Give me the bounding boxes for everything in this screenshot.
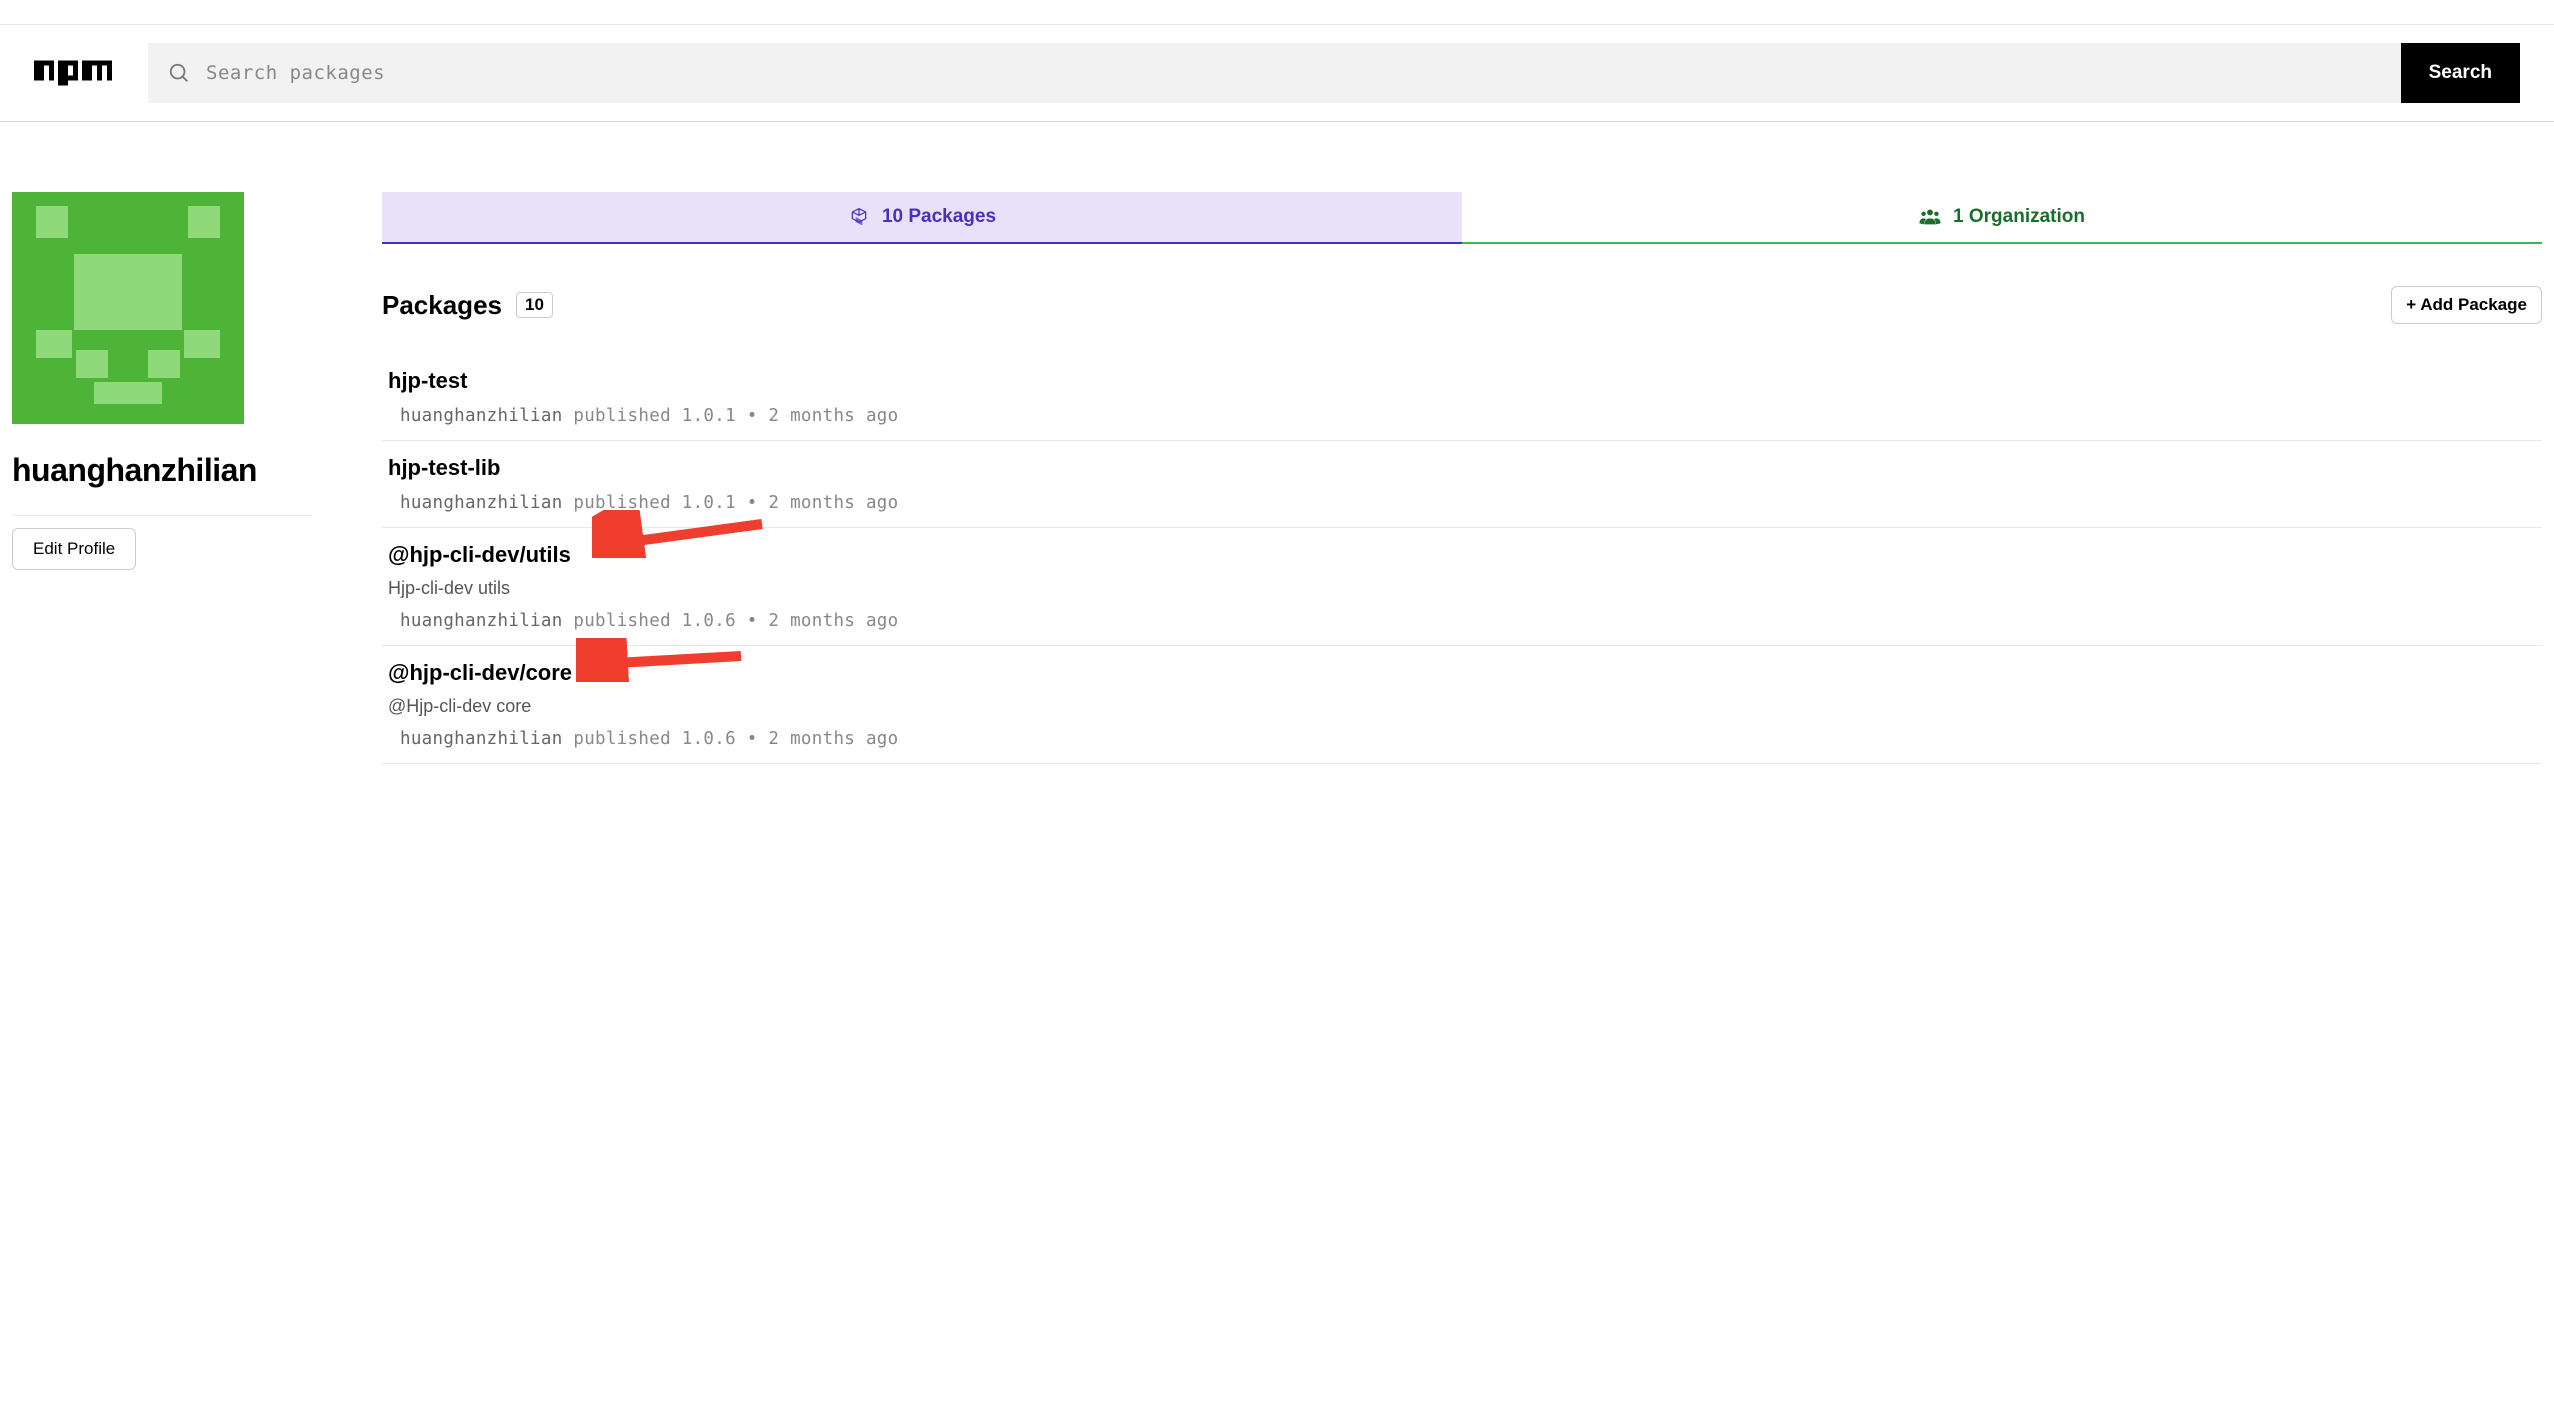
main-content: 10 Packages 1 Organization Packages 10 +: [382, 192, 2542, 764]
avatar-icon: [12, 192, 244, 424]
package-author[interactable]: huanghanzhilian: [400, 729, 563, 749]
organization-icon: [1919, 207, 1941, 227]
package-author[interactable]: huanghanzhilian: [400, 406, 563, 426]
packages-title-wrap: Packages 10: [382, 290, 553, 321]
avatar: [12, 192, 244, 424]
package-meta-rest: published 1.0.6 • 2 months ago: [563, 729, 899, 749]
tabs: 10 Packages 1 Organization: [382, 192, 2542, 244]
package-meta-rest: published 1.0.1 • 2 months ago: [563, 493, 899, 513]
search-button[interactable]: Search: [2401, 43, 2520, 103]
package-name-link[interactable]: @hjp-cli-dev/utils: [388, 542, 571, 567]
tab-packages-label: 10 Packages: [882, 206, 996, 228]
npm-logo-icon: [34, 58, 112, 88]
packages-header: Packages 10 + Add Package: [382, 286, 2542, 324]
package-author[interactable]: huanghanzhilian: [400, 493, 563, 513]
top-divider: [0, 0, 2554, 25]
tab-organizations-label: 1 Organization: [1953, 206, 2085, 228]
site-header: Search: [0, 25, 2554, 122]
search-form: Search: [148, 43, 2520, 103]
package-name-link[interactable]: hjp-test-lib: [388, 455, 500, 480]
package-description: @Hjp-cli-dev core: [388, 696, 2542, 717]
edit-profile-button[interactable]: Edit Profile: [12, 528, 136, 570]
packages-icon: [848, 207, 870, 227]
npm-logo[interactable]: [34, 58, 112, 88]
search-input[interactable]: [206, 62, 2381, 84]
package-item: hjp-test-lib huanghanzhilian published 1…: [382, 441, 2542, 528]
package-meta: huanghanzhilian published 1.0.6 • 2 mont…: [388, 729, 2542, 749]
package-item: hjp-test huanghanzhilian published 1.0.1…: [382, 368, 2542, 441]
packages-title: Packages: [382, 290, 502, 321]
package-meta: huanghanzhilian published 1.0.1 • 2 mont…: [388, 493, 2542, 513]
page-content: huanghanzhilian Edit Profile 10 Packages: [0, 122, 2554, 764]
package-item: @hjp-cli-dev/core @Hjp-cli-dev core huan…: [382, 646, 2542, 764]
package-name-link[interactable]: @hjp-cli-dev/core: [388, 660, 572, 685]
package-meta: huanghanzhilian published 1.0.1 • 2 mont…: [388, 406, 2542, 426]
packages-count-badge: 10: [516, 292, 553, 318]
package-list: hjp-test huanghanzhilian published 1.0.1…: [382, 368, 2542, 764]
package-author[interactable]: huanghanzhilian: [400, 611, 563, 631]
package-item: @hjp-cli-dev/utils Hjp-cli-dev utils hua…: [382, 528, 2542, 646]
profile-sidebar: huanghanzhilian Edit Profile: [12, 192, 312, 764]
search-icon: [168, 62, 190, 84]
tab-organizations[interactable]: 1 Organization: [1462, 192, 2542, 242]
package-meta-rest: published 1.0.6 • 2 months ago: [563, 611, 899, 631]
package-description: Hjp-cli-dev utils: [388, 578, 2542, 599]
sidebar-divider: [12, 515, 312, 516]
add-package-button[interactable]: + Add Package: [2391, 286, 2542, 324]
search-box: [148, 43, 2401, 103]
package-meta: huanghanzhilian published 1.0.6 • 2 mont…: [388, 611, 2542, 631]
username: huanghanzhilian: [12, 452, 312, 489]
tab-packages[interactable]: 10 Packages: [382, 192, 1462, 244]
package-name-link[interactable]: hjp-test: [388, 368, 467, 393]
package-meta-rest: published 1.0.1 • 2 months ago: [563, 406, 899, 426]
